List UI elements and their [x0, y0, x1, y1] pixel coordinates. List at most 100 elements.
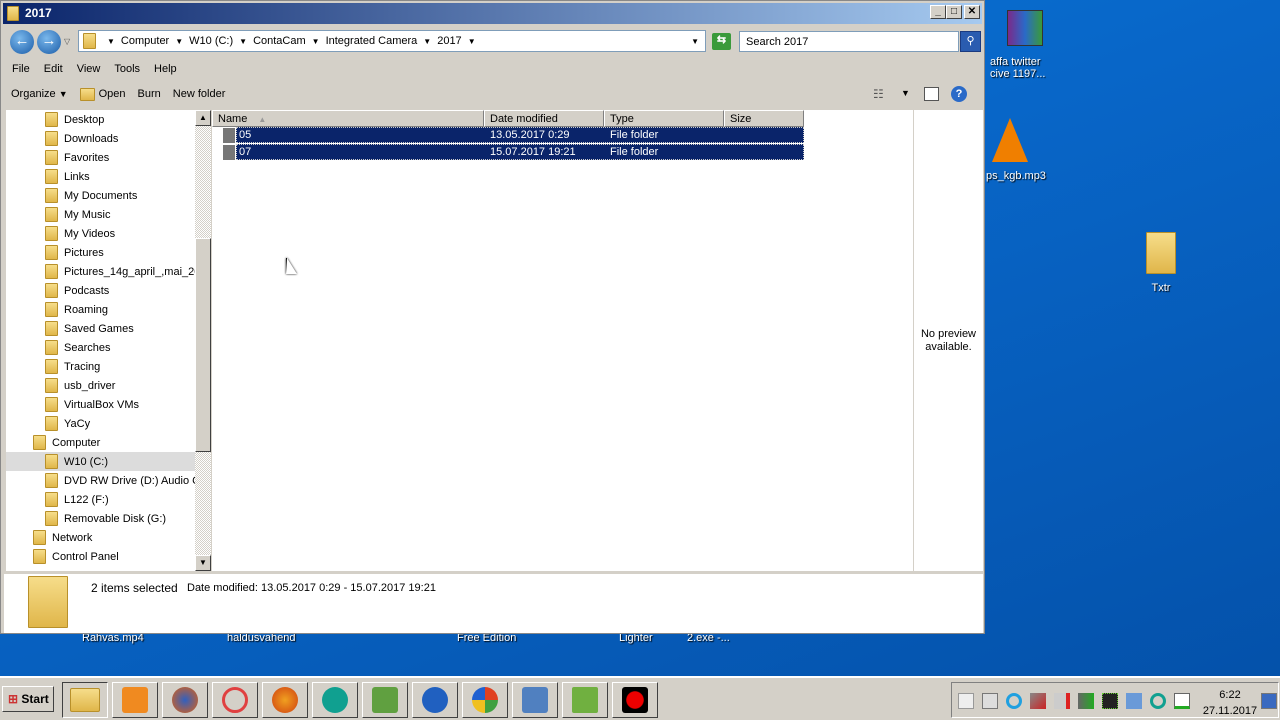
taskbar-eset[interactable]: [312, 682, 358, 718]
title-bar[interactable]: 2017: [3, 3, 982, 24]
nav-item[interactable]: usb_driver: [45, 376, 115, 395]
open-button[interactable]: Open: [74, 86, 132, 103]
nav-item[interactable]: Links: [45, 167, 90, 186]
nav-item[interactable]: Tracing: [45, 357, 100, 376]
taskbar-recorder[interactable]: [612, 682, 658, 718]
nav-item[interactable]: Network: [33, 528, 92, 547]
taskbar-browser[interactable]: [412, 682, 458, 718]
nav-item[interactable]: Podcasts: [45, 281, 109, 300]
taskbar-windows[interactable]: [462, 682, 508, 718]
preview-pane-icon[interactable]: [924, 87, 939, 101]
menu-view[interactable]: View: [70, 61, 108, 77]
nav-item[interactable]: Downloads: [45, 129, 118, 148]
file-row[interactable]: 05 13.05.2017 0:29 File folder: [223, 127, 804, 143]
nav-item[interactable]: My Videos: [45, 224, 115, 243]
nav-item[interactable]: VirtualBox VMs: [45, 395, 139, 414]
menu-edit[interactable]: Edit: [37, 61, 70, 77]
search-icon[interactable]: ⚲: [960, 31, 981, 52]
search-input[interactable]: Search 2017: [739, 31, 959, 52]
desktop-icon-txtr[interactable]: Txtr: [1136, 232, 1186, 294]
forward-button[interactable]: →: [37, 30, 61, 54]
folder-icon: [223, 145, 235, 160]
taskbar-firefox[interactable]: [162, 682, 208, 718]
folder-icon: [45, 321, 58, 336]
breadcrumb-drive[interactable]: W10 (C:): [189, 35, 233, 47]
nav-item[interactable]: Pictures: [45, 243, 104, 262]
nav-item[interactable]: Computer: [33, 433, 100, 452]
taskbar-firefox-2[interactable]: [262, 682, 308, 718]
nav-item[interactable]: YaCy: [45, 414, 90, 433]
desktop-icon-vlc[interactable]: ps_kgb.mp3: [986, 118, 1046, 182]
nav-item-label: Computer: [52, 436, 101, 449]
folder-icon: [45, 454, 58, 469]
scroll-down-button[interactable]: ▼: [195, 555, 211, 571]
nav-item[interactable]: Pictures_14g_april_,mai_20: [45, 262, 195, 281]
folder-icon: [7, 6, 19, 21]
taskbar-editor[interactable]: [562, 682, 608, 718]
help-icon[interactable]: ?: [951, 86, 967, 102]
menu-file[interactable]: File: [5, 61, 37, 77]
windows-update-icon[interactable]: [1126, 693, 1142, 709]
taskbar-app[interactable]: [212, 682, 258, 718]
back-button[interactable]: ←: [10, 30, 34, 54]
breadcrumb-integrated-camera[interactable]: Integrated Camera: [326, 35, 418, 47]
nav-item[interactable]: Favorites: [45, 148, 109, 167]
breadcrumb-contacam[interactable]: ContaCam: [253, 35, 306, 47]
new-folder-button[interactable]: New folder: [167, 86, 232, 102]
search-placeholder: Search 2017: [746, 36, 809, 48]
burn-button[interactable]: Burn: [132, 86, 167, 102]
column-header-size[interactable]: Size: [724, 110, 804, 127]
tray-app-icon[interactable]: [1006, 693, 1022, 709]
volume-muted-icon[interactable]: [1054, 693, 1070, 709]
usb-icon[interactable]: [1078, 693, 1094, 709]
breadcrumb-2017[interactable]: 2017: [437, 35, 461, 47]
nav-item[interactable]: Roaming: [45, 300, 108, 319]
desktop-icon-winrar[interactable]: affa twitter cive 1197...: [990, 10, 1060, 80]
recent-pages-dropdown[interactable]: ▽: [64, 37, 70, 46]
column-header-name[interactable]: Name ▲: [212, 110, 484, 127]
scroll-up-button[interactable]: ▲: [195, 110, 211, 126]
nav-item[interactable]: Searches: [45, 338, 110, 357]
view-options-icon[interactable]: ☷: [873, 87, 884, 101]
power-icon[interactable]: [982, 693, 998, 709]
start-button[interactable]: ⊞ Start: [2, 686, 54, 712]
column-header-type[interactable]: Type: [604, 110, 724, 127]
performance-icon[interactable]: [1174, 693, 1190, 709]
column-label: Date modified: [490, 113, 558, 125]
nav-scrollbar[interactable]: ▲ ▼: [195, 110, 211, 571]
network-icon[interactable]: [1030, 693, 1046, 709]
nav-item[interactable]: L122 (F:): [45, 490, 109, 509]
address-bar[interactable]: ▼ Computer ▼ W10 (C:) ▼ ContaCam ▼ Integrat…: [78, 30, 706, 52]
show-desktop-icon[interactable]: [1261, 693, 1277, 709]
nav-item[interactable]: Desktop: [45, 110, 104, 129]
view-dropdown[interactable]: ▼: [901, 88, 910, 98]
nav-item[interactable]: DVD RW Drive (D:) Audio C: [45, 471, 195, 490]
nav-item[interactable]: Saved Games: [45, 319, 134, 338]
taskbar-media[interactable]: [112, 682, 158, 718]
action-center-icon[interactable]: [958, 693, 974, 709]
taskbar-explorer[interactable]: [62, 682, 108, 718]
nav-item[interactable]: My Documents: [45, 186, 137, 205]
breadcrumb-computer[interactable]: Computer: [121, 35, 169, 47]
nav-item[interactable]: My Music: [45, 205, 110, 224]
menu-tools[interactable]: Tools: [107, 61, 147, 77]
menu-help[interactable]: Help: [147, 61, 184, 77]
taskbar-download[interactable]: [362, 682, 408, 718]
nav-item[interactable]: Removable Disk (G:): [45, 509, 166, 528]
nav-item[interactable]: Control Panel: [33, 547, 119, 566]
minimize-button[interactable]: _: [930, 5, 946, 19]
clock[interactable]: 6:22 27.11.2017: [1200, 687, 1260, 719]
nav-item[interactable]: W10 (C:): [6, 452, 195, 471]
scroll-thumb[interactable]: [195, 238, 211, 452]
refresh-button[interactable]: ⇆: [712, 33, 731, 50]
close-button[interactable]: ✕: [964, 5, 980, 19]
column-header-date[interactable]: Date modified: [484, 110, 604, 127]
taskbar-control[interactable]: [512, 682, 558, 718]
folder-icon: [45, 416, 58, 431]
file-row[interactable]: 07 15.07.2017 19:21 File folder: [223, 144, 804, 160]
maximize-button[interactable]: □: [946, 5, 962, 19]
address-history-dropdown[interactable]: ▼: [691, 37, 699, 46]
organize-button[interactable]: Organize ▼: [5, 86, 74, 102]
eset-tray-icon[interactable]: [1150, 693, 1166, 709]
monitor-icon[interactable]: [1102, 693, 1118, 709]
